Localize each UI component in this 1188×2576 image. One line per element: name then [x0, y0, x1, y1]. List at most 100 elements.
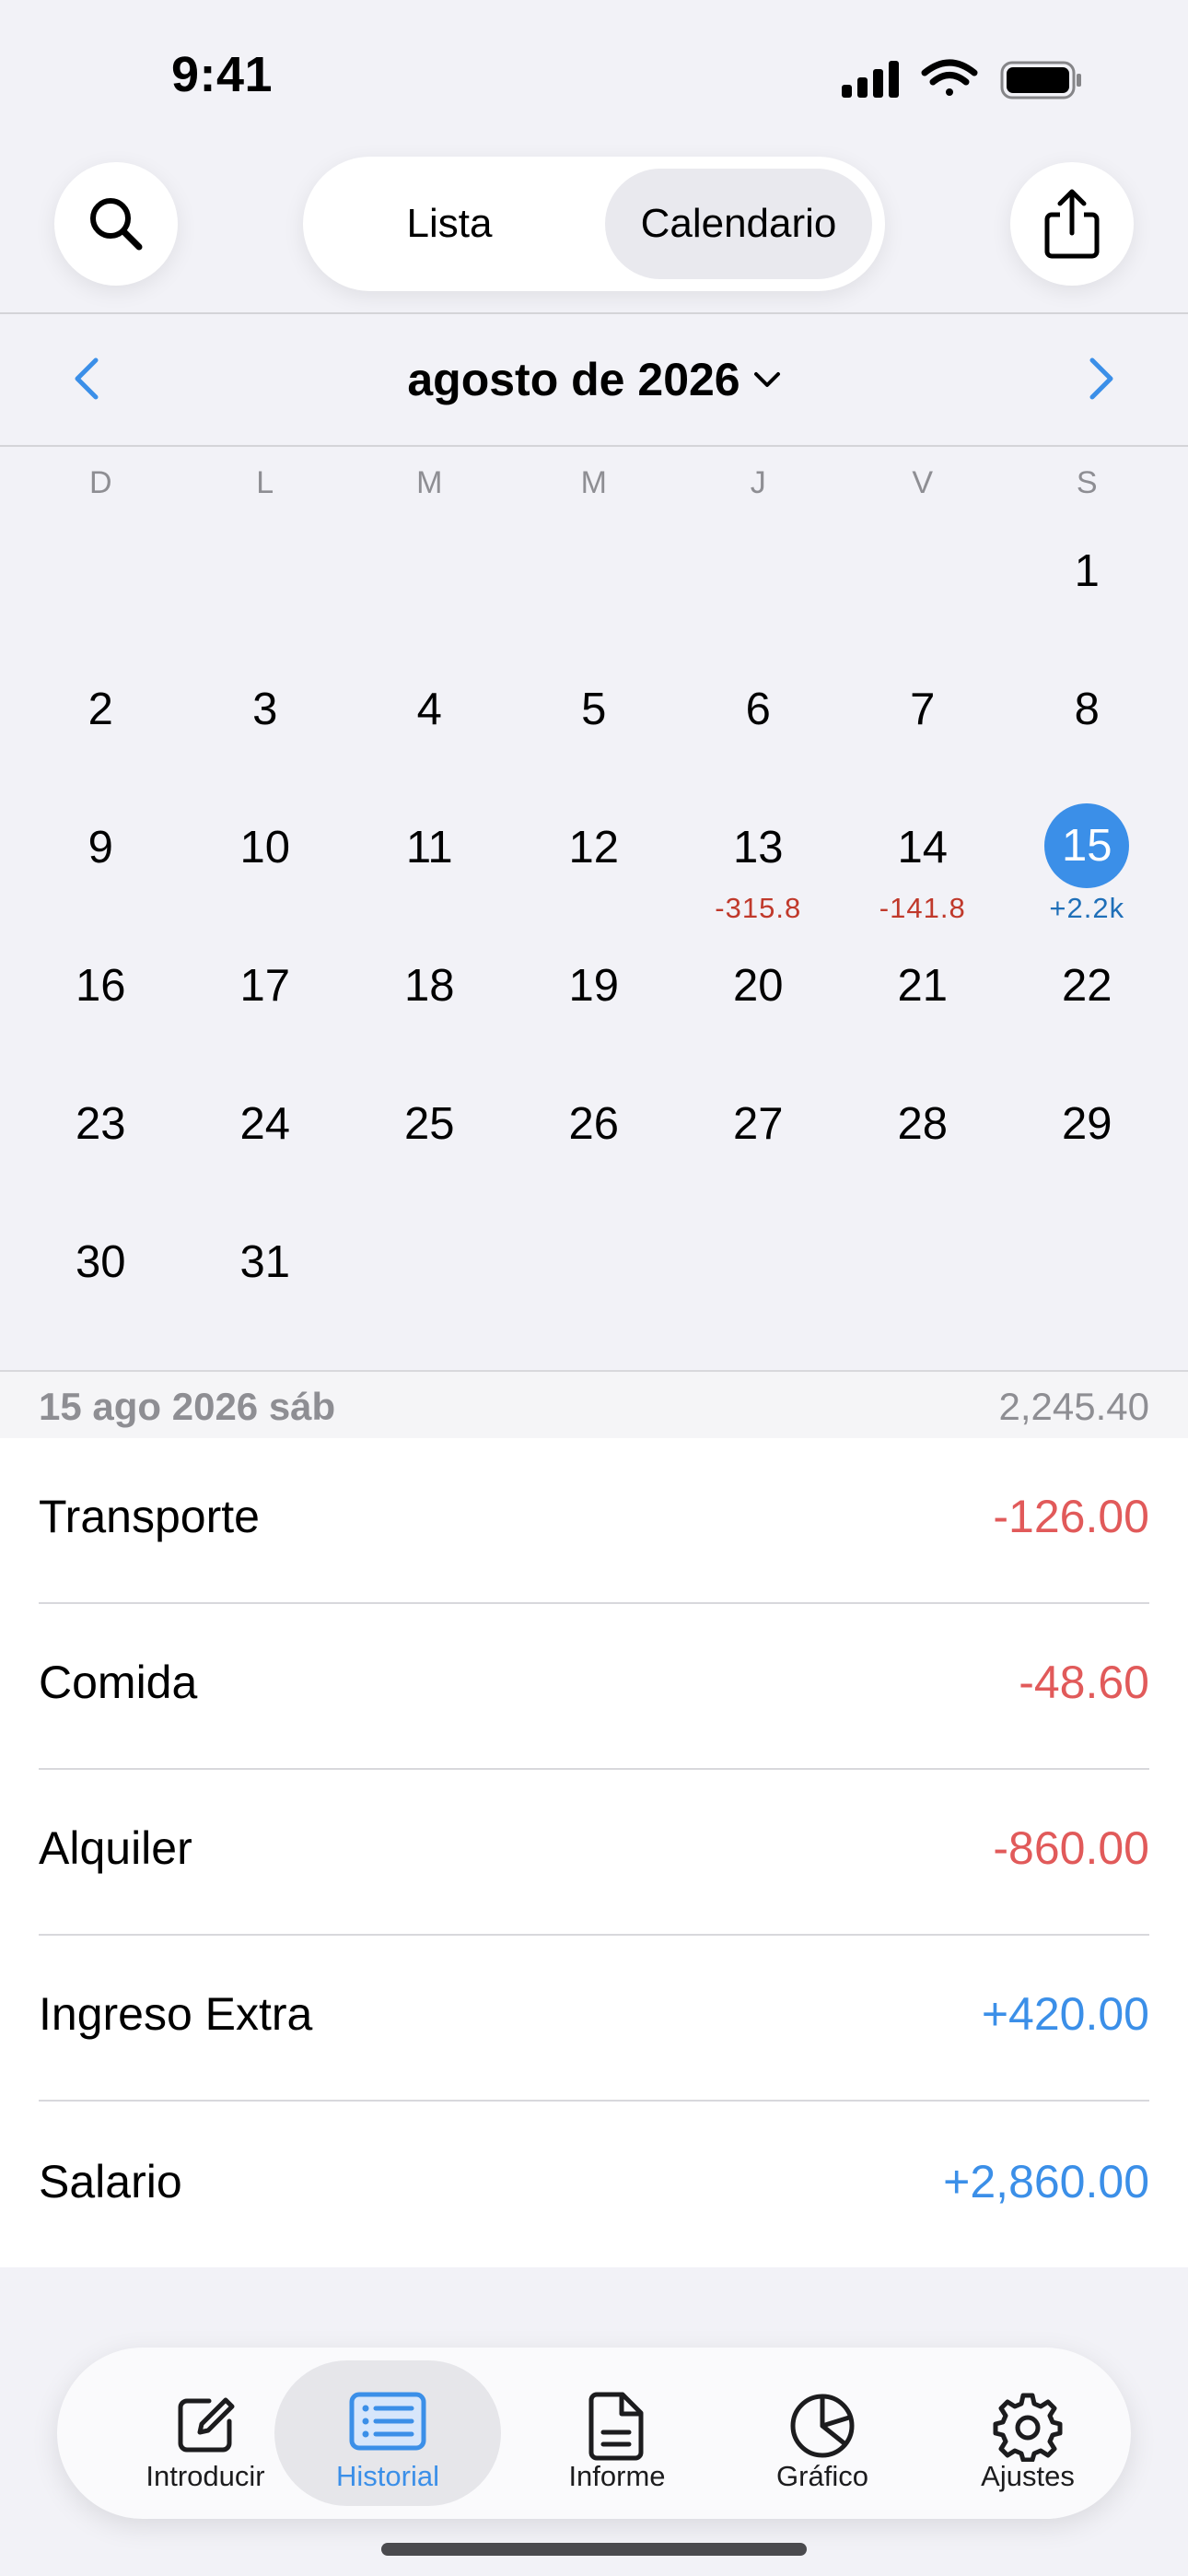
calendar-day[interactable]: 29	[1005, 1078, 1170, 1216]
search-button[interactable]	[54, 162, 178, 286]
day-number: 9	[87, 823, 113, 872]
day-number: 13	[732, 823, 784, 872]
calendar-day[interactable]: 4	[347, 663, 512, 802]
status-time: 9:41	[171, 47, 274, 102]
calendar-day[interactable]: 10	[183, 802, 348, 940]
calendar-day[interactable]: 3	[183, 663, 348, 802]
transaction-row[interactable]: Comida -48.60	[39, 1604, 1149, 1770]
calendar-day[interactable]: 8	[1005, 663, 1170, 802]
calendar-day[interactable]: 1	[1005, 525, 1170, 663]
home-indicator	[381, 2543, 807, 2556]
calendar-day[interactable]: 26	[512, 1078, 677, 1216]
transaction-category: Ingreso Extra	[39, 1988, 313, 2040]
pie-chart-icon	[790, 2394, 855, 2458]
day-net-amount: -141.8	[879, 892, 966, 924]
calendar-empty-cell	[841, 1216, 1006, 1354]
day-net-amount: +2.2k	[1049, 892, 1125, 924]
calendar-week: 9 10 11 12 13 -315.8 14 -141.8 15 +2.2k	[18, 802, 1170, 940]
selected-day-number: 15	[1044, 803, 1130, 888]
calendar-grid: 1 2 3 4 5 6 7 8 9 10 11 12 13 -315.8 14 -141.8 15 +2.2k 16…	[18, 525, 1170, 1354]
calendar-day[interactable]: 28	[841, 1078, 1006, 1216]
calendar-empty-cell	[676, 1216, 841, 1354]
day-number: 6	[745, 685, 771, 734]
calendar-day[interactable]: 7	[841, 663, 1006, 802]
tab-informe[interactable]: Informe	[513, 2360, 721, 2506]
transaction-category: Salario	[39, 2156, 182, 2207]
calendar-week: 23 24 25 26 27 28 29	[18, 1078, 1170, 1216]
weekday-label: M	[416, 465, 443, 500]
calendar-day[interactable]: 13 -315.8	[676, 802, 841, 940]
day-number: 12	[568, 823, 619, 872]
selected-day-date: 15 ago 2026 sáb	[39, 1385, 336, 1428]
day-net-amount: -315.8	[715, 892, 802, 924]
compose-icon	[178, 2397, 235, 2453]
day-number: 14	[897, 823, 948, 872]
calendar-day[interactable]: 30	[18, 1216, 183, 1354]
weekday-label: J	[750, 465, 766, 500]
calendar-day[interactable]: 24	[183, 1078, 348, 1216]
transaction-category: Comida	[39, 1657, 198, 1708]
cellular-signal-icon	[842, 61, 899, 98]
calendar-day[interactable]: 17	[183, 940, 348, 1078]
segment-calendar[interactable]: Calendario	[605, 169, 872, 279]
chevron-down-icon	[753, 371, 780, 387]
calendar-empty-cell	[18, 525, 183, 663]
calendar-day[interactable]: 5	[512, 663, 677, 802]
tab-label: Informe	[568, 2460, 666, 2492]
calendar-week: 1	[18, 525, 1170, 663]
calendar-day[interactable]: 15 +2.2k	[1005, 802, 1170, 940]
calendar-day[interactable]: 25	[347, 1078, 512, 1216]
month-title: agosto de 2026	[407, 354, 740, 405]
segment-list[interactable]: Lista	[316, 169, 583, 279]
day-number: 1	[1074, 546, 1100, 596]
transaction-row[interactable]: Alquiler -860.00	[39, 1770, 1149, 1936]
transaction-amount: +2,860.00	[943, 2156, 1149, 2207]
calendar-day[interactable]: 31	[183, 1216, 348, 1354]
calendar-day[interactable]: 14 -141.8	[841, 802, 1006, 940]
calendar-day[interactable]: 18	[347, 940, 512, 1078]
month-picker[interactable]: agosto de 2026	[0, 353, 1188, 406]
calendar-day[interactable]: 9	[18, 802, 183, 940]
document-icon	[588, 2392, 644, 2461]
transaction-row[interactable]: Transporte -126.00	[39, 1438, 1149, 1604]
calendar-day[interactable]: 12	[512, 802, 677, 940]
calendar-day[interactable]: 2	[18, 663, 183, 802]
transaction-row[interactable]: Salario +2,860.00	[39, 2103, 1149, 2269]
calendar-day[interactable]: 21	[841, 940, 1006, 1078]
selected-day-total: 2,245.40	[998, 1385, 1150, 1428]
calendar-day[interactable]: 27	[676, 1078, 841, 1216]
calendar-day[interactable]: 16	[18, 940, 183, 1078]
calendar-day[interactable]: 11	[347, 802, 512, 940]
status-icons	[842, 59, 1081, 100]
tab-label: Historial	[336, 2460, 439, 2492]
transaction-category: Alquiler	[39, 1822, 192, 1874]
calendar-day[interactable]: 6	[676, 663, 841, 802]
transaction-category: Transporte	[39, 1491, 260, 1542]
share-icon	[1044, 189, 1100, 259]
transaction-row[interactable]: Ingreso Extra +420.00	[39, 1936, 1149, 2102]
tab-grafico[interactable]: Gráfico	[718, 2360, 926, 2506]
share-button[interactable]	[1010, 162, 1134, 286]
next-month-button[interactable]	[1074, 351, 1129, 406]
day-number: 27	[732, 1099, 784, 1149]
day-number: 22	[1061, 961, 1112, 1011]
day-number: 23	[75, 1099, 126, 1149]
day-number: 31	[239, 1237, 290, 1287]
day-number: 26	[568, 1099, 619, 1149]
calendar-day[interactable]: 22	[1005, 940, 1170, 1078]
weekday-label: V	[912, 465, 934, 500]
transaction-amount: -860.00	[993, 1822, 1149, 1874]
weekday-label: D	[88, 465, 112, 500]
tab-historial[interactable]: Historial	[274, 2360, 501, 2506]
calendar-empty-cell	[183, 525, 348, 663]
gear-icon	[993, 2393, 1063, 2462]
day-number: 21	[897, 961, 948, 1011]
transaction-amount: -126.00	[993, 1491, 1149, 1542]
calendar-day[interactable]: 19	[512, 940, 677, 1078]
tab-ajustes[interactable]: Ajustes	[924, 2360, 1132, 2506]
calendar-day[interactable]: 23	[18, 1078, 183, 1216]
day-number: 20	[732, 961, 784, 1011]
day-number: 3	[252, 685, 278, 734]
calendar-day[interactable]: 20	[676, 940, 841, 1078]
calendar-empty-cell	[1005, 1216, 1170, 1354]
